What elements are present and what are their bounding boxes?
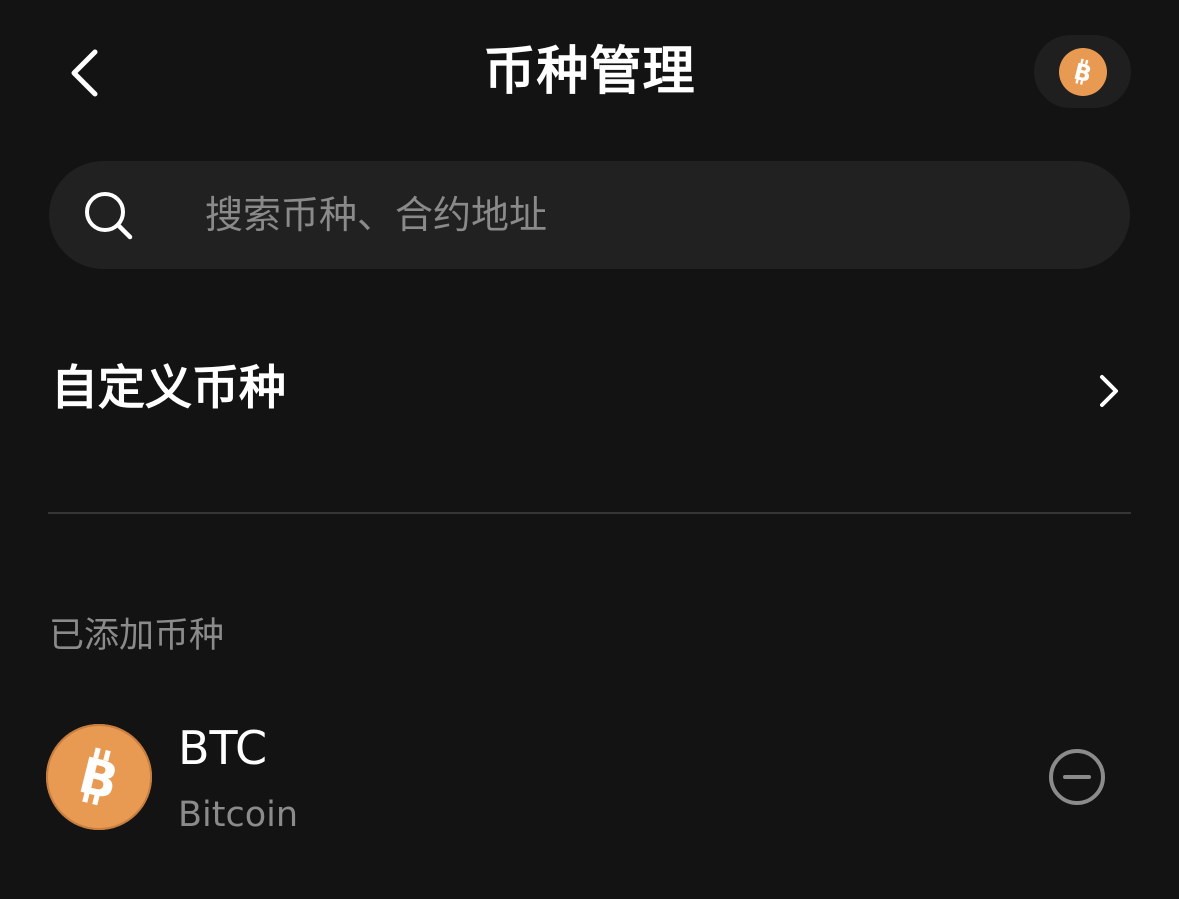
search-bar[interactable] [49, 161, 1130, 269]
custom-coin-label: 自定义币种 [51, 361, 286, 416]
search-icon [85, 192, 133, 240]
page-title: 币种管理 [483, 42, 696, 102]
header: 币种管理 B [0, 0, 1179, 140]
search-input[interactable] [205, 185, 1085, 245]
coin-name: Bitcoin [178, 795, 299, 835]
minus-circle-icon[interactable] [1047, 747, 1107, 807]
coin-symbol: BTC [178, 721, 268, 775]
bitcoin-icon: B [46, 724, 152, 830]
custom-coin-row[interactable]: 自定义币种 [49, 345, 1130, 437]
header-coin-button[interactable]: B [1034, 35, 1131, 108]
bitcoin-icon: B [1058, 47, 1107, 96]
coin-management-screen: 币种管理 B 自定义币种 [0, 0, 1179, 899]
chevron-right-icon [1100, 375, 1118, 407]
added-coins-section-label: 已添加币种 [49, 616, 225, 656]
divider [48, 512, 1131, 514]
coin-list-item: B BTC Bitcoin [44, 718, 1134, 838]
